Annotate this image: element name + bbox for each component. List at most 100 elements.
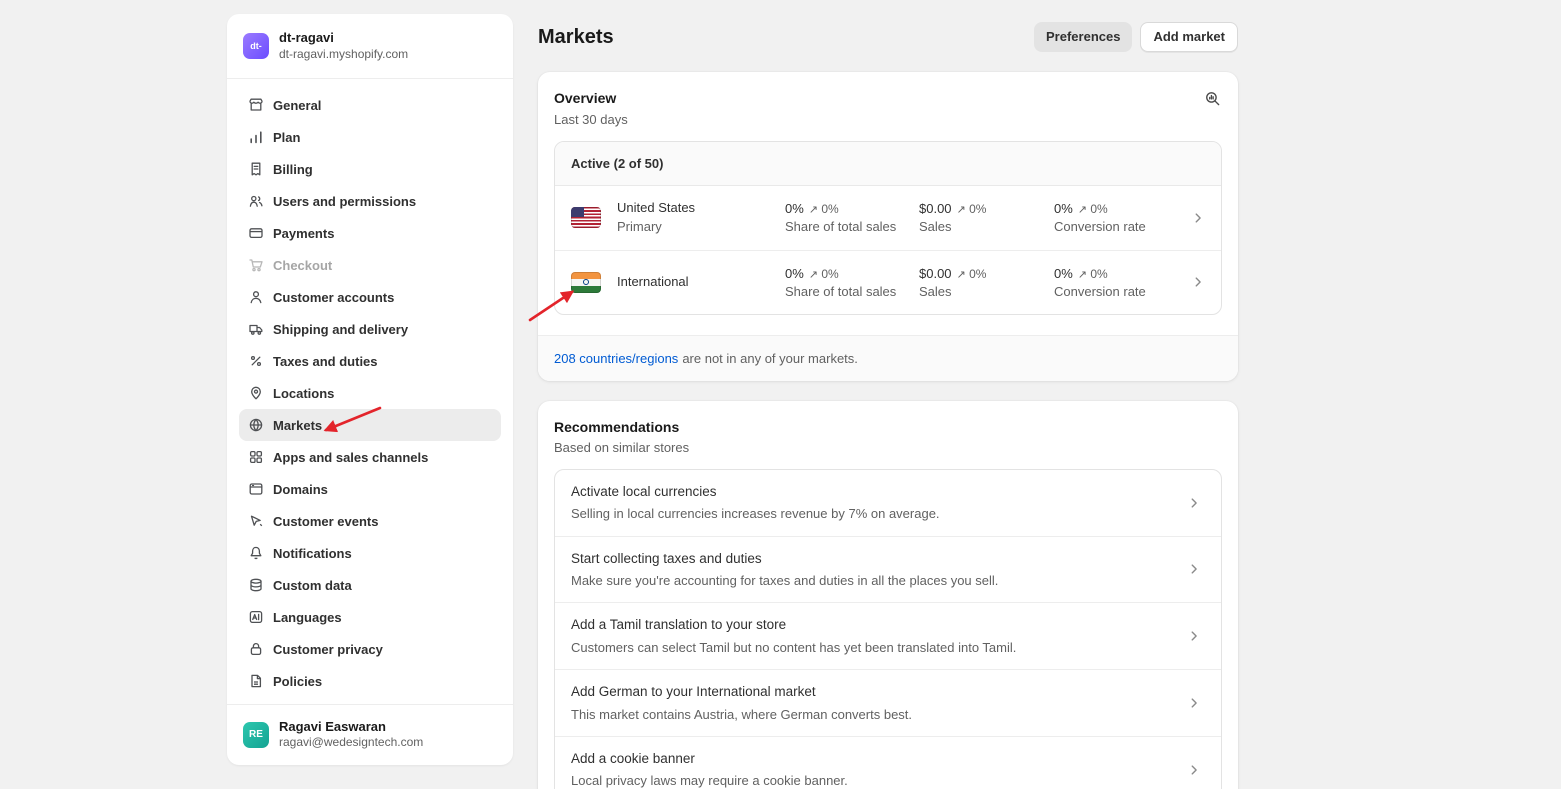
sidebar-item-label: Billing	[273, 162, 313, 177]
sidebar-item-label: Notifications	[273, 546, 352, 561]
sidebar-item-plan[interactable]: Plan	[239, 121, 501, 153]
delta-arrow-icon: ↗	[1078, 269, 1087, 281]
chevron-right-icon[interactable]	[1183, 629, 1205, 643]
sidebar-item-locations[interactable]: Locations	[239, 377, 501, 409]
sidebar-item-label: Customer events	[273, 514, 378, 529]
delta-arrow-icon: ↗	[1078, 204, 1087, 216]
markets-footer-note: 208 countries/regions are not in any of y…	[538, 335, 1238, 381]
sidebar-item-label: Plan	[273, 130, 300, 145]
market-row-united-states[interactable]: United States Primary 0%↗ 0% Share of to…	[555, 186, 1221, 250]
sidebar-item-label: Markets	[273, 418, 322, 433]
sidebar-item-billing[interactable]: Billing	[239, 153, 501, 185]
sidebar-item-general[interactable]: General	[239, 89, 501, 121]
settings-sidebar: dt- dt-ragavi dt-ragavi.myshopify.com Ge…	[227, 14, 513, 765]
sidebar-item-customer-events[interactable]: Customer events	[239, 505, 501, 537]
sidebar-item-payments[interactable]: Payments	[239, 217, 501, 249]
market-name-cell: International	[617, 273, 785, 292]
rec-text: Add a cookie banner Local privacy laws m…	[571, 749, 1183, 789]
rec-title: Add a Tamil translation to your store	[571, 615, 1183, 635]
footer-note-text: are not in any of your markets.	[682, 351, 858, 366]
stat-value: $0.00	[919, 201, 952, 216]
add-market-button[interactable]: Add market	[1140, 22, 1238, 52]
sidebar-item-customer-privacy[interactable]: Customer privacy	[239, 633, 501, 665]
sidebar-item-apps-sales-channels[interactable]: Apps and sales channels	[239, 441, 501, 473]
rec-row-tamil-translation[interactable]: Add a Tamil translation to your store Cu…	[555, 602, 1221, 669]
custom-data-database-icon	[247, 577, 264, 593]
sidebar-item-label: Customer accounts	[273, 290, 394, 305]
plan-icon	[247, 129, 264, 145]
stat-delta: 0%	[821, 267, 838, 281]
sidebar-item-languages[interactable]: Languages	[239, 601, 501, 633]
sidebar-item-shipping-delivery[interactable]: Shipping and delivery	[239, 313, 501, 345]
overview-title: Overview	[554, 88, 1222, 108]
rec-text: Add German to your International market …	[571, 682, 1183, 724]
stat-label: Conversion rate	[1054, 284, 1187, 299]
sidebar-item-checkout[interactable]: Checkout	[239, 249, 501, 281]
billing-receipt-icon	[247, 161, 264, 177]
recommendations-list: Activate local currencies Selling in loc…	[554, 469, 1222, 789]
chevron-right-icon[interactable]	[1187, 211, 1209, 225]
sidebar-item-markets[interactable]: Markets	[239, 409, 501, 441]
payments-card-icon	[247, 225, 264, 241]
stat-value: 0%	[1054, 201, 1073, 216]
rec-row-cookie-banner[interactable]: Add a cookie banner Local privacy laws m…	[555, 736, 1221, 789]
users-icon	[247, 193, 264, 209]
stat-delta: 0%	[969, 267, 986, 281]
chevron-right-icon[interactable]	[1183, 496, 1205, 510]
store-avatar: dt-	[243, 33, 269, 59]
overview-subtitle: Last 30 days	[554, 112, 1222, 127]
sidebar-item-notifications[interactable]: Notifications	[239, 537, 501, 569]
rec-title: Add German to your International market	[571, 682, 1183, 702]
sidebar-item-users-permissions[interactable]: Users and permissions	[239, 185, 501, 217]
sidebar-item-label: Customer privacy	[273, 642, 383, 657]
checkout-cart-icon	[247, 257, 264, 273]
markets-globe-icon	[247, 417, 264, 433]
delta-arrow-icon: ↗	[957, 204, 966, 216]
active-markets-header: Active (2 of 50)	[555, 142, 1221, 186]
sidebar-item-policies[interactable]: Policies	[239, 665, 501, 697]
stat-value: $0.00	[919, 266, 952, 281]
rec-text: Activate local currencies Selling in loc…	[571, 482, 1183, 524]
view-report-icon[interactable]	[1198, 84, 1226, 112]
user-footer: RE Ragavi Easwaran ragavi@wedesigntech.c…	[227, 704, 513, 765]
rec-title: Start collecting taxes and duties	[571, 549, 1183, 569]
policies-document-icon	[247, 673, 264, 689]
countries-regions-link[interactable]: 208 countries/regions	[554, 351, 678, 366]
apps-grid-icon	[247, 449, 264, 465]
stat-label: Share of total sales	[785, 219, 919, 234]
chevron-right-icon[interactable]	[1183, 763, 1205, 777]
market-row-international[interactable]: International 0%↗ 0% Share of total sale…	[555, 250, 1221, 314]
market-subtitle: Primary	[617, 218, 785, 237]
stat-value: 0%	[1054, 266, 1073, 281]
rec-row-activate-local-currencies[interactable]: Activate local currencies Selling in loc…	[555, 470, 1221, 536]
market-name: International	[617, 273, 785, 292]
sidebar-item-customer-accounts[interactable]: Customer accounts	[239, 281, 501, 313]
user-name: Ragavi Easwaran	[279, 719, 423, 736]
stat-label: Share of total sales	[785, 284, 919, 299]
stat-value: 0%	[785, 266, 804, 281]
sidebar-item-label: Payments	[273, 226, 334, 241]
locations-pin-icon	[247, 385, 264, 401]
delta-arrow-icon: ↗	[809, 269, 818, 281]
sidebar-item-label: Apps and sales channels	[273, 450, 428, 465]
recommendations-title: Recommendations	[554, 417, 1222, 437]
rec-row-add-german[interactable]: Add German to your International market …	[555, 669, 1221, 736]
chevron-right-icon[interactable]	[1183, 696, 1205, 710]
taxes-percent-icon	[247, 353, 264, 369]
header-actions: Preferences Add market	[1034, 22, 1238, 52]
main-content: Markets Preferences Add market Overview …	[538, 0, 1238, 789]
stat-delta: 0%	[969, 202, 986, 216]
chevron-right-icon[interactable]	[1187, 275, 1209, 289]
stat-value: 0%	[785, 201, 804, 216]
chevron-right-icon[interactable]	[1183, 562, 1205, 576]
overview-card-header: Overview Last 30 days	[538, 72, 1238, 126]
sidebar-item-custom-data[interactable]: Custom data	[239, 569, 501, 601]
stat-delta: 0%	[1090, 267, 1107, 281]
sidebar-item-taxes-duties[interactable]: Taxes and duties	[239, 345, 501, 377]
page-header: Markets Preferences Add market	[538, 22, 1238, 52]
rec-description: Local privacy laws may require a cookie …	[571, 772, 1183, 789]
rec-row-collect-taxes-duties[interactable]: Start collecting taxes and duties Make s…	[555, 536, 1221, 603]
sidebar-item-domains[interactable]: Domains	[239, 473, 501, 505]
sidebar-item-label: Custom data	[273, 578, 352, 593]
preferences-button[interactable]: Preferences	[1034, 22, 1132, 52]
